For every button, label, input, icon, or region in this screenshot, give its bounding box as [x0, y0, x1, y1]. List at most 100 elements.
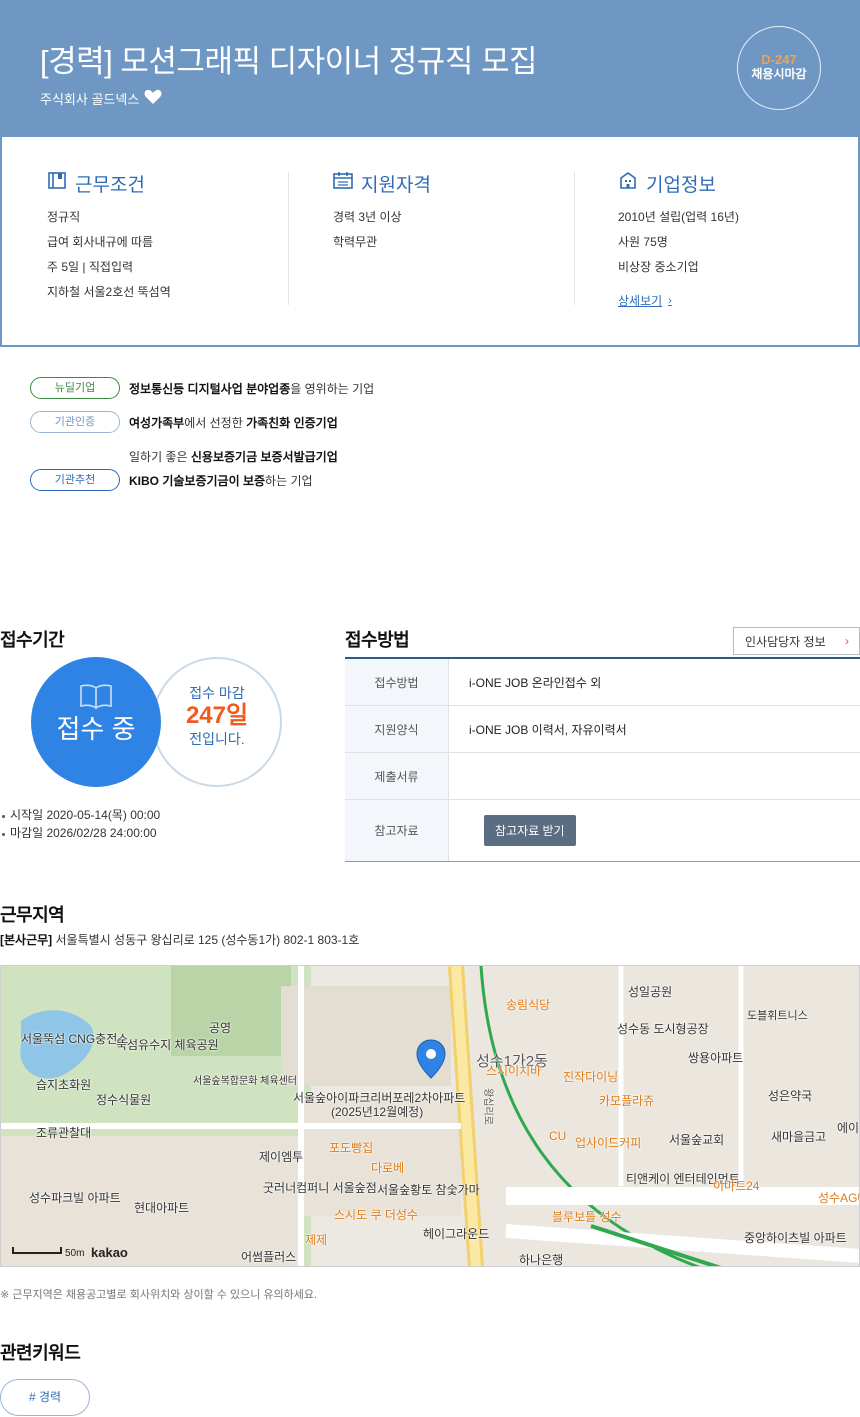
map-label: 서울숲교회	[669, 1133, 725, 1147]
address-row: [본사근무] 서울특별시 성동구 왕십리로 125 (성수동1가) 802-1 …	[0, 931, 359, 948]
document-icon	[47, 170, 67, 196]
badge-certified-text: 여성가족부에서 선정한 가족친화 인증기업	[129, 414, 338, 431]
chevron-right-icon: ›	[845, 634, 849, 648]
location-map[interactable]: 서울뚝섬 CNG충전소 뚝섬유수지 체육공원 습지초화원 정수식물원 조류관찰대…	[0, 965, 860, 1267]
map-label: 헤이그라운드	[423, 1227, 490, 1241]
map-label: 성수파크빌 아파트	[29, 1191, 121, 1205]
map-label: 진작다이닝	[563, 1070, 619, 1084]
address-text: 서울특별시 성동구 왕십리로 125 (성수동1가) 802-1 803-1호	[55, 933, 360, 947]
work-item: 지하철 서울2호선 뚝섬역	[47, 285, 171, 299]
badge-recommended[interactable]: 기관추천	[30, 469, 120, 491]
table-cell: i-ONE JOB 온라인접수 외	[469, 675, 602, 690]
map-label: 중앙하이츠빌 아파트	[744, 1231, 847, 1245]
map-label: 서울숲복합문화 체육센터	[193, 1076, 297, 1087]
map-label: 업사이드커피	[575, 1136, 642, 1150]
badge-text: 하는 기업	[265, 474, 313, 488]
apply-title: 접수방법	[345, 630, 410, 650]
map-label: 제제	[305, 1233, 328, 1247]
divider	[288, 172, 289, 305]
map-label: 새마을금고	[771, 1130, 827, 1144]
map-label: 성수동 도시형공장	[617, 1022, 709, 1036]
map-label: 송림식당	[506, 998, 551, 1012]
table-cell	[449, 753, 860, 799]
work-item: 급여 회사내규에 따름	[47, 235, 154, 249]
company-info-item: 비상장 중소기업	[618, 260, 699, 274]
company-info-item: 사원 75명	[618, 235, 668, 249]
company-info-title: 기업정보	[646, 174, 716, 196]
badge-certified[interactable]: 기관인증	[30, 411, 120, 433]
map-label: 제이엠투	[259, 1150, 304, 1164]
map-label: 왕십리로	[481, 1088, 493, 1125]
work-conditions-heading: 근무조건	[47, 170, 171, 196]
map-label: CU	[549, 1129, 567, 1143]
map-scale-label: 50m	[65, 1248, 85, 1259]
period-title: 접수기간	[0, 630, 65, 650]
deadline-label: 채용시마감	[751, 67, 807, 81]
table-cell: 참고자료 받기	[449, 800, 860, 861]
location-notice: ※ 근무지역은 채용공고별로 회사위치와 상이할 수 있으니 유의하세요.	[0, 1289, 318, 1301]
qualifications-title: 지원자격	[361, 174, 431, 196]
company-detail-label: 상세보기	[618, 294, 663, 308]
table-header-cell: 참고자료	[345, 800, 449, 861]
map-label: (2025년12월예정)	[331, 1105, 424, 1119]
status-text: 접수 중	[56, 714, 136, 744]
chevron-right-icon: ›	[668, 294, 672, 307]
address-tag: [본사근무]	[0, 933, 53, 947]
map-scale-bar	[12, 1247, 62, 1254]
table-row: 지원양식 i-ONE JOB 이력서, 자유이력서	[345, 706, 860, 753]
remaining-days-circle: 접수 마감 247일 전입니다.	[152, 657, 282, 787]
work-item: 정규직	[47, 210, 81, 224]
status-circle: 접수 중	[31, 657, 161, 787]
company-info: 기업정보 2010년 설립(업력 16년) 사원 75명 비상장 중소기업 상세…	[618, 171, 739, 310]
map-label: 하나은행	[519, 1253, 564, 1267]
work-conditions-title: 근무조건	[75, 174, 145, 196]
map-label: 서울뚝섬 CNG충전소	[21, 1032, 129, 1046]
job-title: [경력] 모션그래픽 디자이너 정규직 모집	[40, 44, 538, 79]
table-row: 접수방법 i-ONE JOB 온라인접수 외	[345, 659, 860, 706]
qualifications-heading: 지원자격	[333, 170, 431, 196]
company-info-heading: 기업정보	[618, 171, 739, 196]
location-title: 근무지역	[0, 905, 65, 925]
map-label: 쌍용아파트	[688, 1051, 744, 1065]
hr-contact-button[interactable]: 인사담당자 정보 ›	[733, 627, 860, 655]
emphasis-text: 여성가족부	[129, 416, 185, 430]
divider	[574, 172, 575, 305]
dday-count: D-247	[761, 52, 797, 67]
emphasis-text: 신용보증기금 보증서발급기업	[190, 450, 338, 464]
badge-recommended-text-1: 일하기 좋은 신용보증기금 보증서발급기업	[129, 448, 338, 465]
map-label: 포도빵집	[329, 1141, 374, 1155]
remaining-days: 247일	[185, 702, 249, 729]
remaining-suffix: 전입니다.	[189, 731, 245, 747]
map-label: 서울숲황토 참숯가마	[377, 1183, 480, 1197]
table-row: 참고자료 참고자료 받기	[345, 800, 860, 862]
company-name[interactable]: 주식회사 골드넥스	[40, 89, 139, 108]
badge-text: 에서 선정한	[184, 416, 247, 430]
work-conditions: 근무조건 정규직 급여 회사내규에 따름 주 5일 | 직접입력 지하철 서울2…	[47, 171, 171, 305]
map-label: 어썸플러스	[241, 1250, 297, 1264]
badge-text: 일하기 좋은	[129, 450, 191, 464]
map-label: 다로베	[371, 1161, 405, 1175]
dday-badge: D-247 채용시마감	[737, 26, 821, 110]
map-label: 스시도 쿠 더성수	[334, 1208, 418, 1222]
company-name-row: 주식회사 골드넥스	[40, 89, 162, 108]
map-label: 굿러너컴퍼니 서울숲점	[263, 1181, 377, 1195]
keyword-tag[interactable]: # 경력	[0, 1379, 90, 1416]
map-label: 성은약국	[768, 1089, 813, 1103]
emphasis-text: 가족친화 인증기업	[246, 416, 338, 430]
apply-table: 접수방법 i-ONE JOB 온라인접수 외 지원양식 i-ONE JOB 이력…	[345, 657, 860, 862]
badge-newdeal[interactable]: 뉴딜기업	[30, 377, 120, 399]
calendar-icon	[333, 170, 353, 196]
map-label: 공영	[209, 1021, 232, 1035]
map-label: 뚝섬유수지 체육공원	[116, 1038, 219, 1052]
end-date: 마감일 2026/02/28 24:00:00	[2, 826, 157, 840]
heart-icon[interactable]	[144, 89, 162, 108]
download-reference-button[interactable]: 참고자료 받기	[484, 815, 576, 846]
open-book-icon	[31, 683, 161, 714]
work-item: 주 5일 | 직접입력	[47, 260, 134, 274]
table-cell: i-ONE JOB 이력서, 자유이력서	[469, 722, 627, 737]
badge-recommended-text-2: KIBO 기술보증기금이 보증하는 기업	[129, 472, 313, 489]
map-label: 정수식물원	[96, 1093, 152, 1107]
company-detail-link[interactable]: 상세보기 ›	[618, 292, 672, 309]
badge-newdeal-text: 정보통신등 디지털사업 분야업종을 영위하는 기업	[129, 380, 374, 397]
qualifications: 지원자격 경력 3년 이상 학력무관	[333, 171, 431, 255]
